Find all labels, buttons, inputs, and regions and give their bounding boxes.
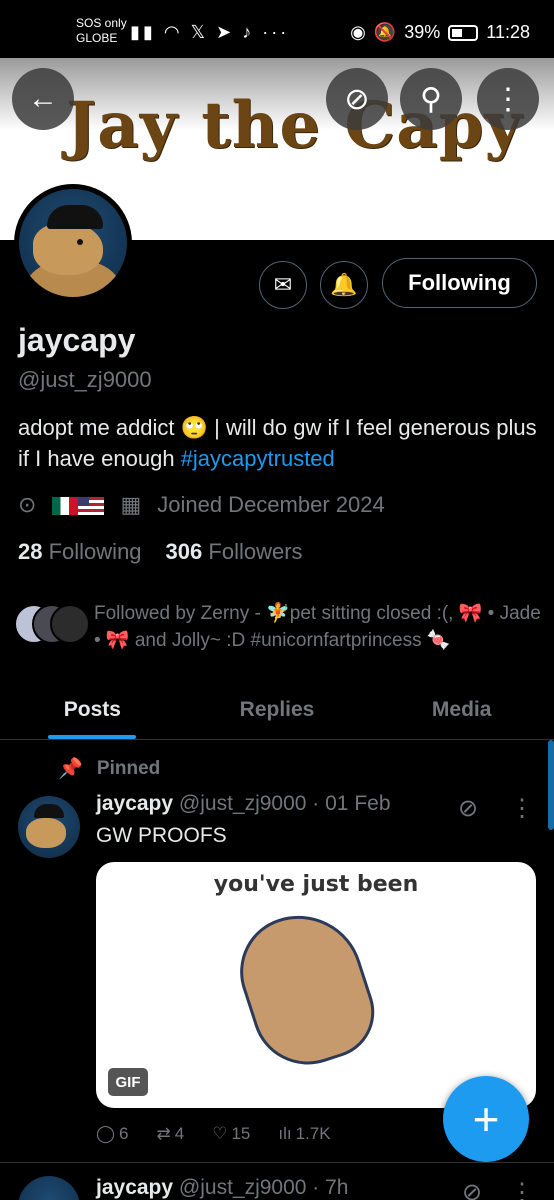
search-button[interactable]: ⚲ [400,68,462,130]
views-button[interactable]: ılı 1.7K [278,1124,330,1144]
notifications-button[interactable]: 🔔 [320,261,368,309]
post-actions: ◯ 6 ⇄ 4 ♡ 15 ılı 1.7K [96,1124,436,1144]
profile-name: jaycapy [18,322,136,358]
post-more-icon[interactable]: ⋮ [510,794,534,823]
mail-icon: ✉ [273,272,293,297]
carrier-line1: SOS only [76,16,127,30]
location-icon: ⊙ [18,492,37,517]
next-post-header: jaycapy @just_zj9000 · 7h [96,1176,349,1200]
profile-handle: @just_zj9000 [18,367,152,392]
arrow-left-icon: ← [28,82,58,115]
post-media[interactable]: you've just been GIF [96,862,536,1108]
scrollbar[interactable] [548,740,554,830]
eye-icon: ◉ [350,22,366,42]
grok-button[interactable]: ⊘ [326,68,388,130]
tab-replies[interactable]: Replies [185,680,370,739]
repost-icon: ⇄ [156,1124,171,1143]
tiktok-icon: ♪ [242,22,255,42]
followed-by-text: Followed by Zerny - 🧚pet sitting closed … [94,603,541,651]
avatar-capybara-head [26,818,66,848]
battery-icon [448,24,479,41]
pinned-indicator: 📌 Pinned [58,756,160,781]
more-vertical-icon: ⋮ [493,82,523,116]
battery-percent: 39% [404,22,441,42]
compose-button[interactable]: + [443,1076,529,1162]
views-count: 1.7K [295,1124,331,1143]
more-options-button[interactable]: ⋮ [477,68,539,130]
profile-bio: adopt me addict 🙄 | will do gw if I feel… [18,412,538,474]
plus-icon: + [472,1093,500,1145]
mexico-flag-icon [52,497,79,516]
avatar-image [19,189,127,297]
tab-media[interactable]: Media [369,680,554,739]
post-avatar[interactable] [18,1176,80,1200]
carrier-line2: GLOBE [76,31,118,45]
signal-icon: ▮▮ [130,22,156,42]
pin-icon: 📌 [58,758,83,780]
location-flags [52,492,105,518]
mute-icon: 🔕 [373,22,397,42]
post-header: jaycapy @just_zj9000 · 01 Feb [96,792,391,816]
followers-link[interactable]: 306 Followers [166,539,303,565]
reply-button[interactable]: ◯ 6 [96,1124,129,1144]
wifi-icon: ◠ [163,22,183,42]
post-avatar[interactable] [18,796,80,858]
followers-you-know-avatars [14,604,90,644]
calendar-icon: ▦ [120,492,142,517]
bell-check-icon: 🔔 [330,272,358,297]
heart-icon: ♡ [212,1124,228,1143]
followers-count: 306 [165,539,203,564]
post-handle-time: @just_zj9000 · 01 Feb [178,792,391,815]
avatar-eye [77,239,83,245]
reply-icon: ◯ [96,1124,116,1143]
post-text: GW PROOFS [96,824,227,847]
following-label: Following [48,539,142,564]
like-count: 15 [231,1124,251,1143]
profile-tabs: Posts Replies Media [0,680,554,740]
carrier-info: SOS only GLOBE [76,16,127,46]
grok-icon[interactable]: ⊘ [458,794,486,822]
search-icon: ⚲ [420,82,442,116]
avatar-capybara-head [33,223,103,275]
tab-posts[interactable]: Posts [0,680,185,739]
grok-icon: ⊘ [344,82,370,116]
follow-stats: 28 Following 306 Followers [18,539,303,565]
us-flag-icon [78,497,105,516]
like-button[interactable]: ♡ 15 [212,1124,250,1144]
status-bar: SOS only GLOBE ▮▮ ◠ 𝕏 ➤ ♪ ··· ◉ 🔕 39% 11… [0,0,554,58]
back-button[interactable]: ← [12,68,74,130]
avatar-cap [34,804,64,818]
profile-meta: ⊙ ▦ Joined December 2024 [18,492,385,518]
telegram-icon: ➤ [216,22,235,42]
more-notifications-icon: ··· [262,22,290,42]
gif-capybara-image [225,899,387,1079]
profile-avatar[interactable] [14,184,132,302]
clock: 11:28 [486,22,530,42]
gif-caption: you've just been [213,872,419,897]
status-right: ◉ 🔕 39% 11:28 [350,22,530,43]
joined-date: Joined December 2024 [157,492,385,517]
post-more-icon[interactable]: ⋮ [510,1178,534,1200]
status-icons: ▮▮ ◠ 𝕏 ➤ ♪ ··· [130,22,289,43]
post-author-name[interactable]: jaycapy [96,1176,173,1199]
avatar [50,604,90,644]
followers-label: Followers [208,539,303,564]
avatar-cap [47,205,103,229]
message-button[interactable]: ✉ [259,261,307,309]
following-button[interactable]: Following [382,258,537,308]
views-icon: ılı [278,1124,292,1143]
repost-button[interactable]: ⇄ 4 [157,1124,185,1144]
following-count: 28 [18,539,43,564]
grok-icon[interactable]: ⊘ [462,1178,482,1200]
following-link[interactable]: 28 Following [18,539,142,565]
gif-badge: GIF [108,1068,148,1096]
post-author-name[interactable]: jaycapy [96,792,173,815]
bio-hashtag-link[interactable]: #jaycapytrusted [181,446,335,471]
pinned-label: Pinned [96,757,161,779]
x-app-icon: 𝕏 [190,22,209,42]
post-divider [0,1162,554,1163]
reply-count: 6 [119,1124,129,1143]
repost-count: 4 [174,1124,185,1143]
post-handle-time: @just_zj9000 · 7h [178,1176,349,1199]
